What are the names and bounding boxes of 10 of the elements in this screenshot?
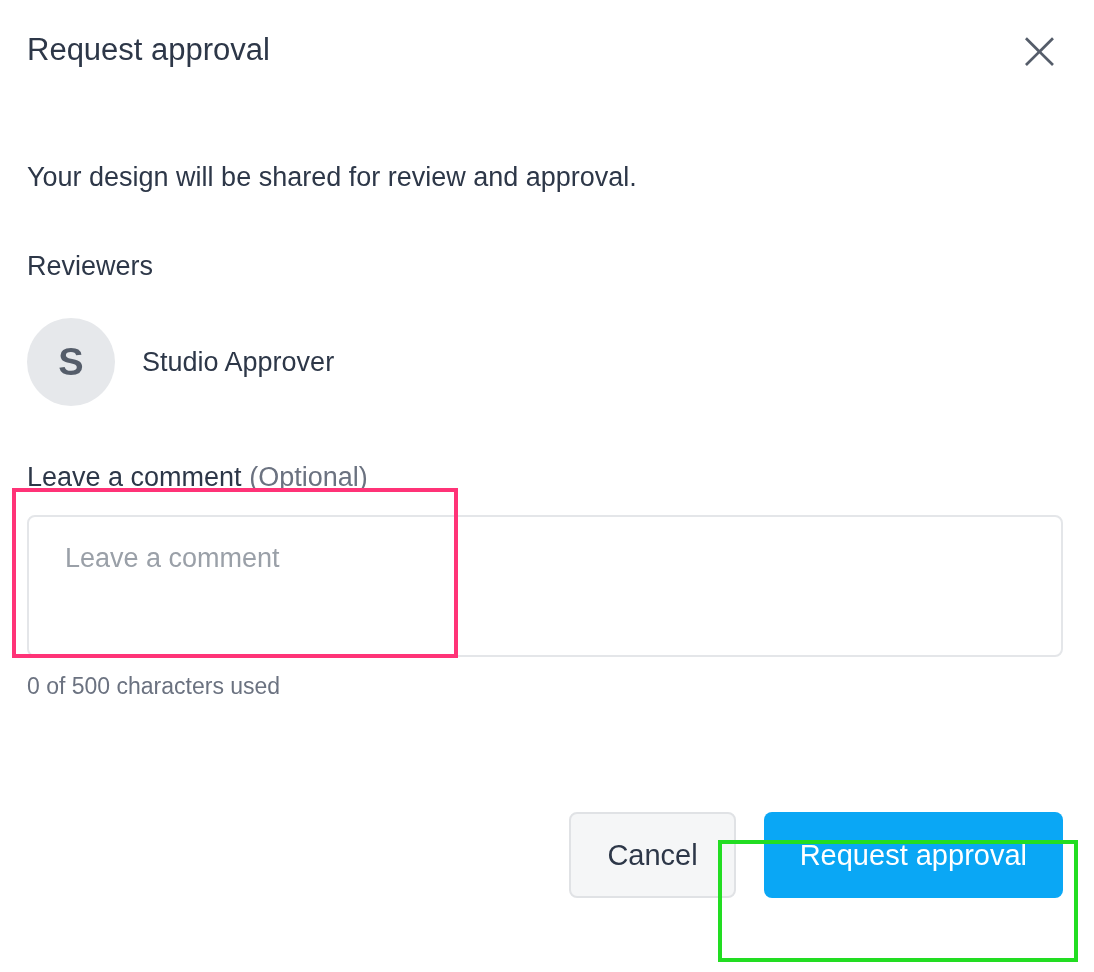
reviewers-label: Reviewers — [27, 251, 155, 282]
avatar: S — [27, 318, 115, 406]
character-counter: 0 of 500 characters used — [27, 673, 282, 700]
close-button[interactable]: × — [1016, 22, 1063, 78]
reviewer-name: Studio Approver — [142, 346, 335, 378]
dialog-message: Your design will be shared for review and approval. — [27, 162, 638, 193]
comment-field[interactable]: Leave a comment — [27, 515, 1063, 657]
cancel-button[interactable]: Cancel — [569, 812, 736, 898]
comment-label: Leave a comment (Optional) — [27, 462, 369, 493]
dialog-title: Request approval — [27, 32, 270, 68]
